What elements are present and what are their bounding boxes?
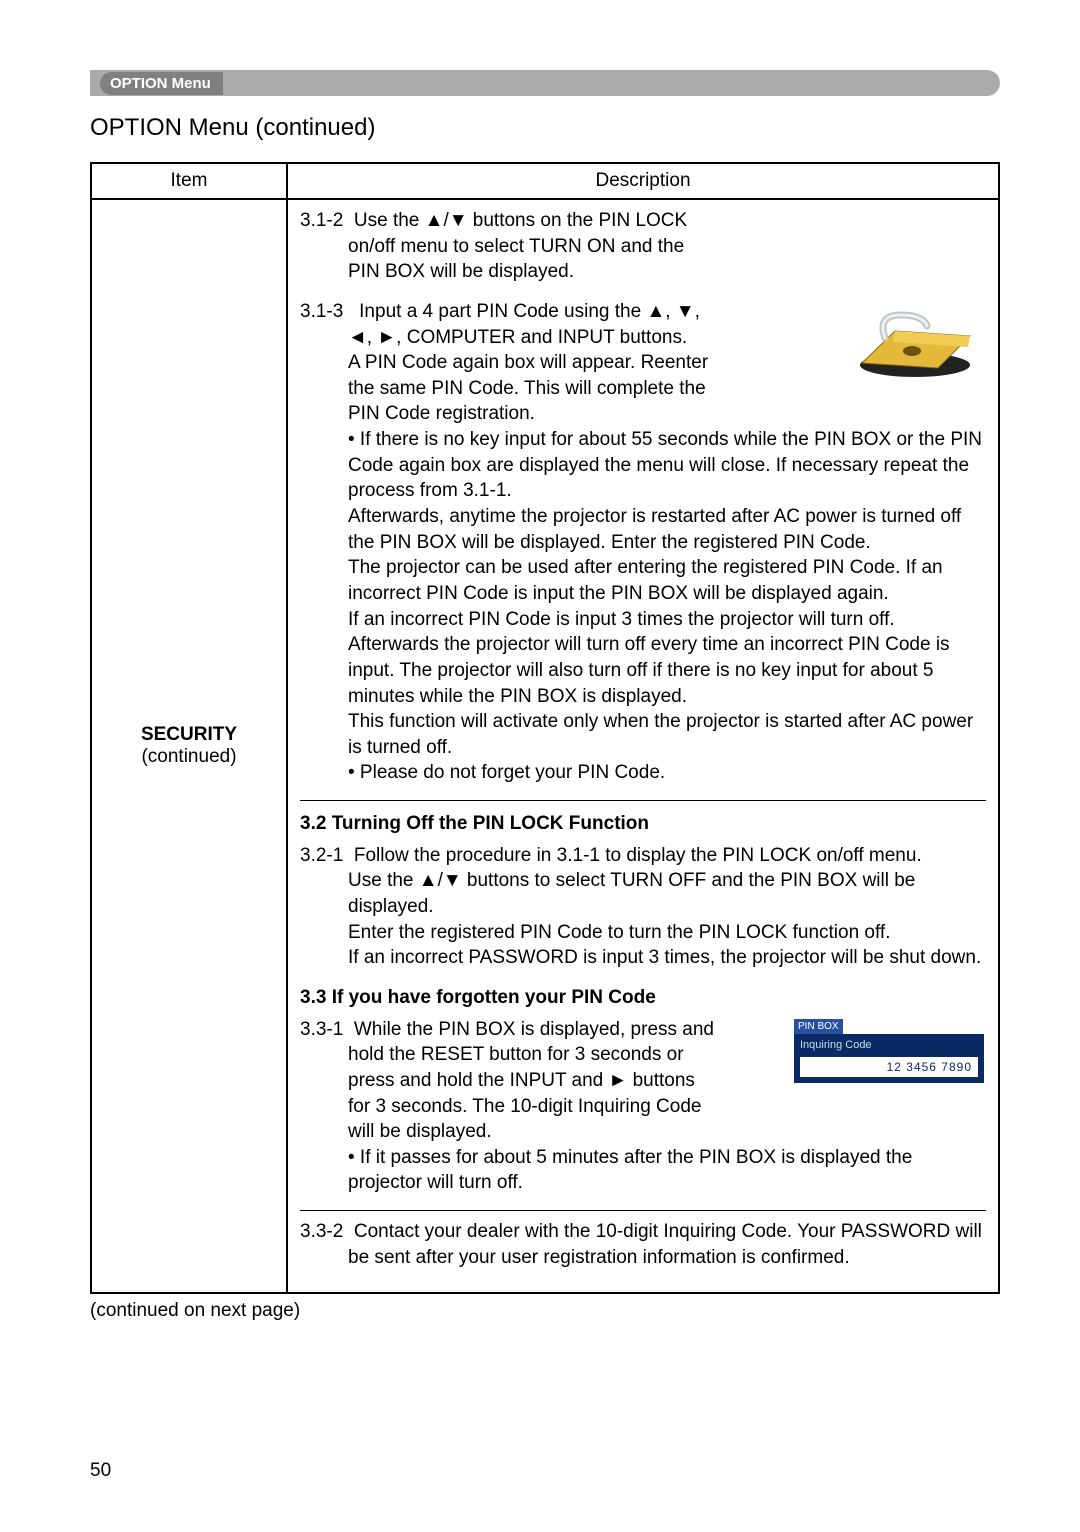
manual-page: OPTION Menu OPTION Menu (continued) Item… — [0, 0, 1080, 1532]
block-3-3-1: PIN BOX Inquiring Code 12 3456 7890 3.3-… — [300, 1017, 986, 1196]
t-3-1-2-l2: on/off menu to select TURN ON and the — [300, 234, 986, 260]
t-3-1-3-bul2: • Please do not forget your PIN Code. — [300, 760, 986, 786]
page-number: 50 — [90, 1460, 111, 1482]
item-cell: SECURITY (continued) — [91, 199, 287, 1293]
t-3-3-1-l5: will be displayed. — [300, 1119, 986, 1145]
block-3-1-2: 3.1-2 Use the ▲/▼ buttons on the PIN LOC… — [300, 208, 986, 285]
col-head-item: Item — [91, 163, 287, 199]
t-3-2-1-l1: Follow the procedure in 3.1-1 to display… — [354, 845, 922, 866]
t-3-2-1-l2: Use the ▲/▼ buttons to select TURN OFF a… — [300, 868, 986, 919]
t-3-1-2-l3: PIN BOX will be displayed. — [300, 259, 986, 285]
num-3-2-1: 3.2-1 — [300, 845, 343, 866]
t-3-2-1-l4: If an incorrect PASSWORD is input 3 time… — [300, 945, 986, 971]
padlock-icon — [850, 303, 980, 391]
t-3-3-1-l1: While the PIN BOX is displayed, press an… — [354, 1019, 714, 1040]
header-bar: OPTION Menu — [90, 70, 1000, 96]
separator — [300, 800, 986, 801]
continued-note: (continued on next page) — [90, 1300, 1000, 1322]
item-label-security: SECURITY — [141, 724, 237, 745]
pin-box-title: PIN BOX — [794, 1019, 843, 1035]
t-3-3-1-bul: • If it passes for about 5 minutes after… — [300, 1145, 986, 1196]
num-3-3-1: 3.3-1 — [300, 1019, 343, 1040]
t-3-1-2-l1: Use the ▲/▼ buttons on the PIN LOCK — [354, 210, 687, 231]
heading-3-2: 3.2 Turning Off the PIN LOCK Function — [300, 811, 986, 837]
description-cell: 3.1-2 Use the ▲/▼ buttons on the PIN LOC… — [287, 199, 999, 1293]
num-3-3-2: 3.3-2 — [300, 1221, 343, 1242]
option-table: Item Description SECURITY (continued) 3.… — [90, 162, 1000, 1294]
item-label-continued: (continued) — [141, 746, 236, 767]
t-3-1-3-l5: PIN Code registration. — [300, 401, 986, 427]
block-3-2-1: 3.2-1 Follow the procedure in 3.1-1 to d… — [300, 843, 986, 971]
t-3-1-3-l1: Input a 4 part PIN Code using the ▲, ▼, — [359, 301, 700, 322]
section-title: OPTION Menu (continued) — [90, 114, 1000, 142]
t-3-3-2-l1: Contact your dealer with the 10-digit In… — [348, 1221, 982, 1268]
t-3-1-3-p2: The projector can be used after entering… — [300, 555, 986, 606]
block-3-3-2: 3.3-2 Contact your dealer with the 10-di… — [300, 1219, 986, 1270]
t-3-1-3-p4: This function will activate only when th… — [300, 709, 986, 760]
col-head-desc: Description — [287, 163, 999, 199]
t-3-2-1-l3: Enter the registered PIN Code to turn th… — [300, 920, 986, 946]
pin-box-widget: PIN BOX Inquiring Code 12 3456 7890 — [794, 1019, 984, 1084]
t-3-1-3-p1: Afterwards, anytime the projector is res… — [300, 504, 986, 555]
separator-2 — [300, 1210, 986, 1211]
heading-3-3: 3.3 If you have forgotten your PIN Code — [300, 985, 986, 1011]
t-3-3-1-l4: for 3 seconds. The 10-digit Inquiring Co… — [300, 1094, 986, 1120]
pin-box-value: 12 3456 7890 — [800, 1057, 978, 1077]
pin-box-label: Inquiring Code — [800, 1038, 978, 1053]
t-3-1-3-bul1: • If there is no key input for about 55 … — [300, 427, 986, 504]
t-3-1-3-p3: If an incorrect PIN Code is input 3 time… — [300, 607, 986, 710]
num-3-1-2: 3.1-2 — [300, 210, 343, 231]
header-pill: OPTION Menu — [100, 72, 223, 95]
num-3-1-3: 3.1-3 — [300, 301, 343, 322]
block-3-1-3: 3.1-3 Input a 4 part PIN Code using the … — [300, 299, 986, 786]
